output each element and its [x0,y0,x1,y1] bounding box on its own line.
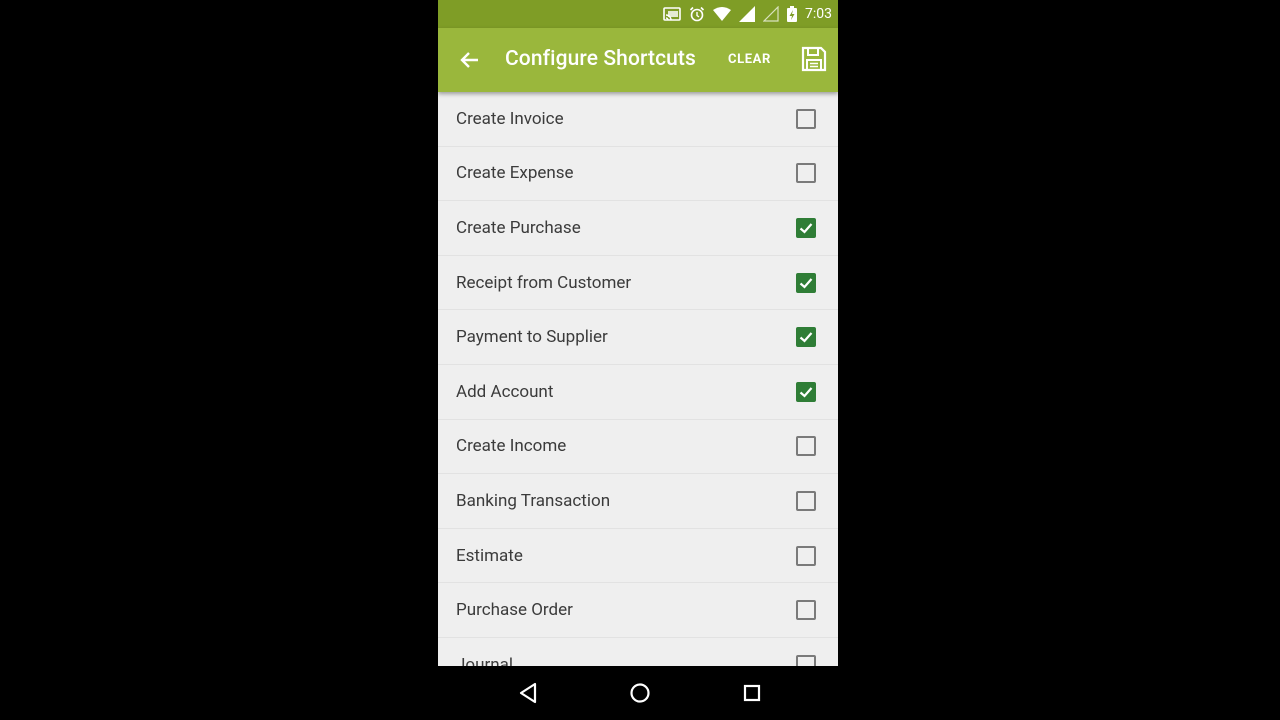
list-item-label: Create Invoice [456,108,564,129]
app-bar: Configure Shortcuts CLEAR [438,28,838,92]
checkbox-unchecked[interactable] [796,436,816,457]
checkbox-unchecked[interactable] [796,654,816,666]
checkbox-unchecked[interactable] [796,600,816,621]
navigation-bar [438,666,838,720]
check-icon [799,332,813,343]
shortcut-list: Create Invoice Create Expense Create Purch… [438,92,838,666]
wifi-icon [713,7,731,21]
checkbox-unchecked[interactable] [796,545,816,566]
check-icon [799,387,813,398]
list-item[interactable]: Purchase Order [438,583,838,638]
list-item-label: Create Income [456,436,567,457]
list-item[interactable]: Estimate [438,529,838,584]
nav-home-button[interactable] [628,681,652,705]
checkbox-checked[interactable] [796,327,816,348]
list-item-label: Receipt from Customer [456,272,632,293]
battery-charging-icon [787,6,797,22]
signal-icon [739,6,755,22]
list-item-label: Purchase Order [456,600,573,621]
list-item[interactable]: Banking Transaction [438,474,838,529]
checkbox-checked[interactable] [796,272,816,293]
list-item-label: Create Purchase [456,217,581,238]
signal-empty-icon [763,6,779,22]
status-time: 7:03 [805,6,832,22]
list-item[interactable]: Add Account [438,365,838,420]
list-item[interactable]: Payment to Supplier [438,310,838,365]
list-item-label: Estimate [456,545,523,566]
nav-recents-button[interactable] [740,681,764,705]
checkbox-checked[interactable] [796,381,816,402]
save-button[interactable] [800,45,828,73]
alarm-icon [689,6,705,22]
checkbox-unchecked[interactable] [796,163,816,184]
list-item-label: Banking Transaction [456,490,611,511]
page-title: Configure Shortcuts [505,47,696,71]
checkbox-unchecked[interactable] [796,490,816,511]
list-item[interactable]: Create Income [438,420,838,475]
arrow-back-icon [460,52,478,68]
check-icon [799,277,813,289]
list-item-label: Journal [456,654,513,666]
check-icon [799,223,813,234]
list-item[interactable]: Create Expense [438,147,838,202]
nav-home-icon [630,683,650,703]
list-item[interactable]: Create Purchase [438,201,838,256]
list-item[interactable]: Receipt from Customer [438,256,838,311]
back-button[interactable] [456,46,484,74]
list-item-label: Payment to Supplier [456,327,608,348]
list-item[interactable]: Create Invoice [438,92,838,147]
checkbox-checked[interactable] [796,217,816,238]
cast-icon [663,7,681,21]
nav-back-icon [519,682,537,704]
save-icon [801,46,827,72]
clear-button[interactable]: CLEAR [728,52,771,67]
status-bar: 7:03 [438,0,838,28]
phone-screen: 7:03 Configure Shortcuts CLEAR Create In… [438,0,838,720]
checkbox-unchecked[interactable] [796,108,816,129]
nav-back-button[interactable] [517,681,541,705]
list-item-label: Add Account [456,381,554,402]
list-item[interactable]: Journal [438,638,838,666]
nav-recents-icon [743,684,761,702]
list-item-label: Create Expense [456,163,574,184]
